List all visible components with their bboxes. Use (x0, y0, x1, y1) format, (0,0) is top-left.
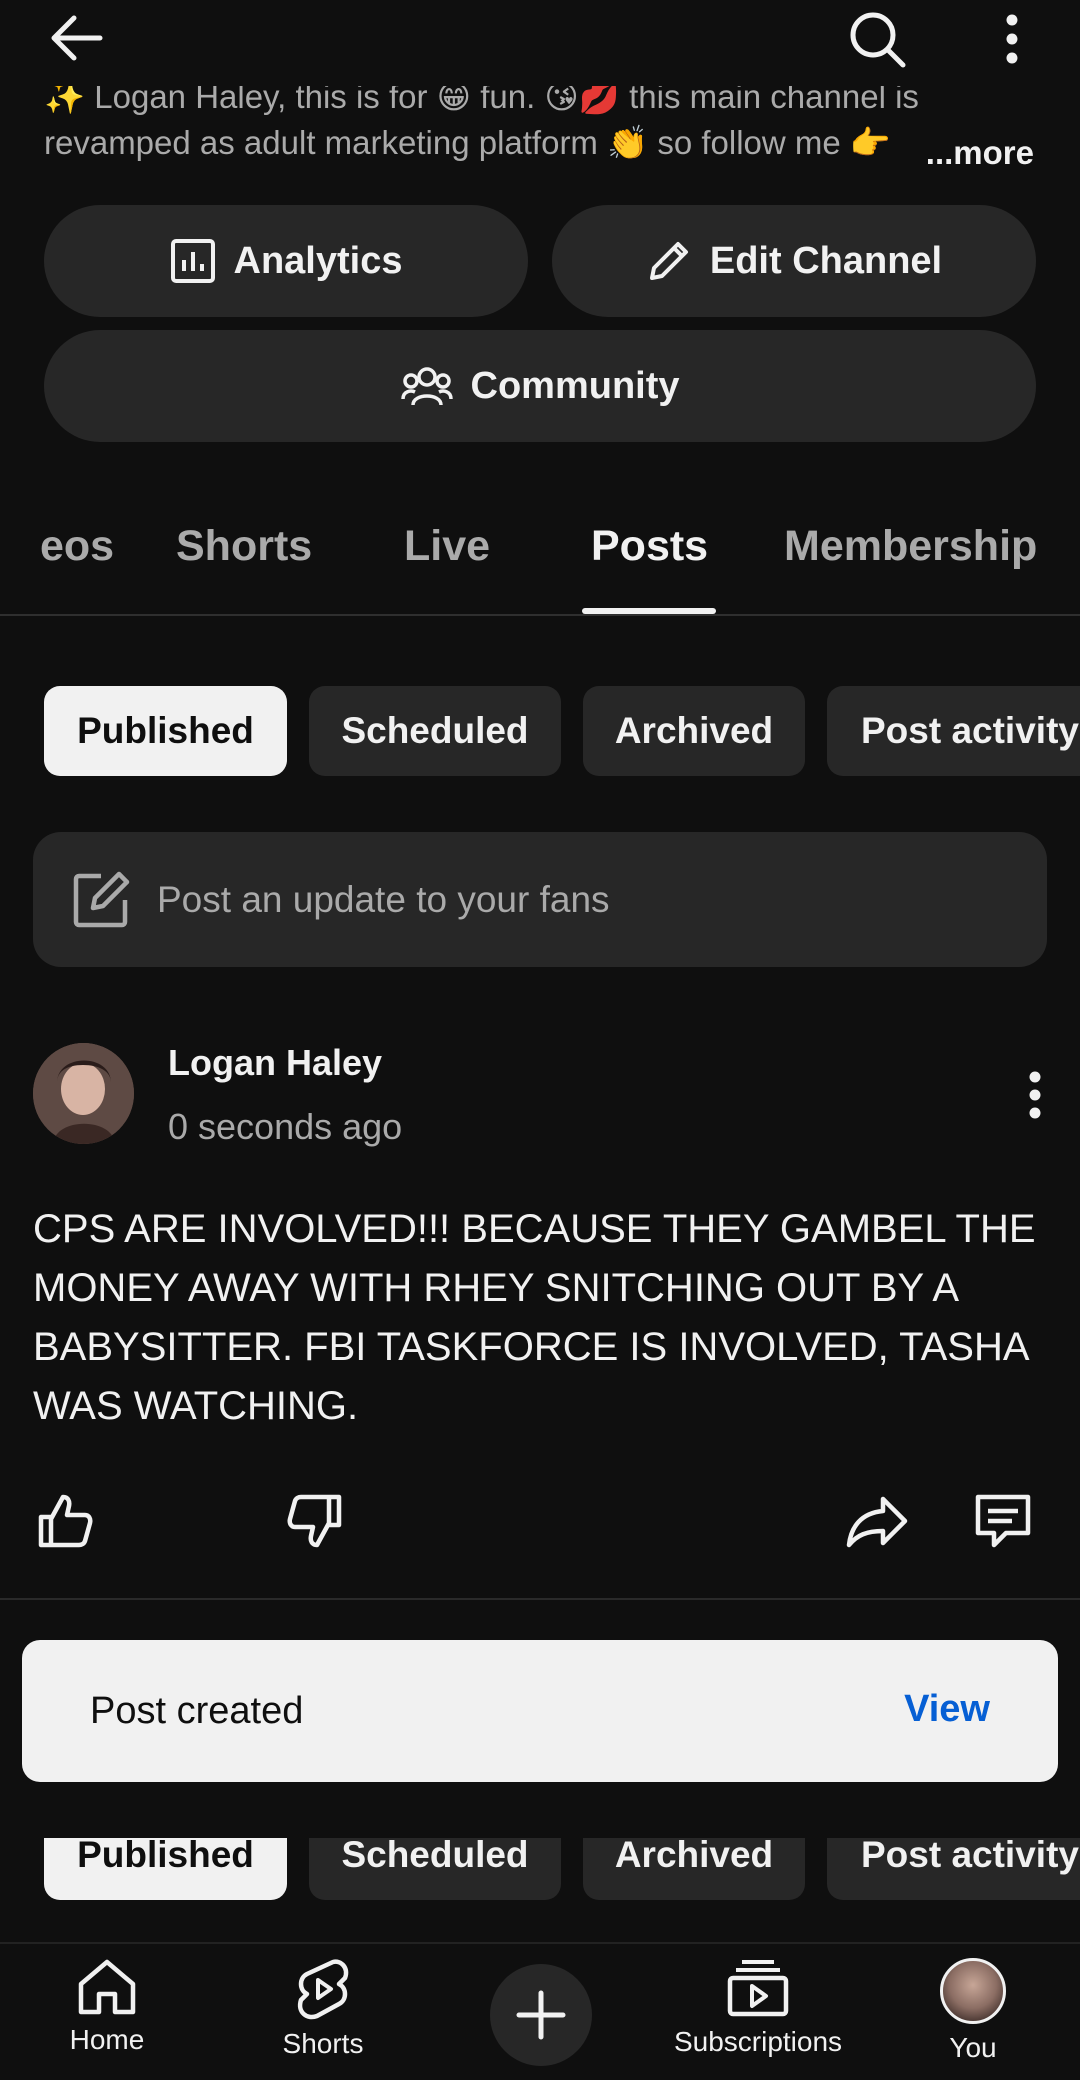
nav-subscriptions[interactable]: Subscriptions (668, 1958, 848, 2058)
create-button[interactable] (490, 1964, 592, 2066)
analytics-label: Analytics (233, 239, 403, 282)
tab-videos[interactable]: eos (40, 522, 114, 571)
post-author-avatar[interactable] (33, 1043, 134, 1144)
post-body-text: CPS ARE INVOLVED!!! BECAUSE THEY GAMBEL … (33, 1207, 1036, 1428)
thumbs-up-icon (38, 1494, 93, 1548)
kebab-vertical-icon (1006, 14, 1018, 64)
post-composer[interactable]: Post an update to your fans (33, 832, 1047, 967)
avatar-image (33, 1043, 134, 1144)
post-divider (0, 1598, 1080, 1600)
analytics-icon (170, 239, 215, 283)
nav-you-label: You (949, 2032, 997, 2063)
subscriptions-icon (727, 1960, 789, 2017)
share-button[interactable] (842, 1486, 912, 1556)
post-options-button[interactable] (1010, 1060, 1060, 1130)
post-timestamp: 0 seconds ago (168, 1106, 403, 1147)
sticky-filter-chips: Published Scheduled Archived Post activi… (0, 1838, 1080, 1900)
analytics-button[interactable]: Analytics (44, 205, 528, 317)
chip-archived[interactable]: Archived (583, 1838, 805, 1900)
shorts-icon (297, 1959, 349, 2020)
plus-icon (516, 1990, 566, 2040)
nav-you[interactable]: You (928, 1958, 1018, 2064)
more-options-button[interactable] (982, 6, 1042, 72)
top-app-bar (0, 0, 1080, 78)
kebab-vertical-icon (1029, 1071, 1041, 1119)
nav-home[interactable]: Home (62, 1958, 152, 2056)
channel-description[interactable]: ✨ Logan Haley, this is for 😁 fun. 😘💋 thi… (44, 86, 1044, 166)
edit-channel-label: Edit Channel (709, 239, 943, 282)
chip-archived[interactable]: Archived (583, 686, 805, 776)
dislike-button[interactable] (280, 1486, 350, 1556)
nav-subscriptions-label: Subscriptions (673, 2026, 843, 2057)
comments-button[interactable] (968, 1486, 1038, 1556)
channel-tabs: eos Shorts Live Posts Membership (0, 500, 1080, 616)
community-label: Community (470, 364, 680, 407)
chip-post-activity[interactable]: Post activity (827, 1838, 1080, 1900)
snackbar: Post created View (22, 1640, 1058, 1782)
chip-published[interactable]: Published (44, 1838, 287, 1900)
nav-shorts[interactable]: Shorts (278, 1958, 368, 2060)
tab-live[interactable]: Live (404, 522, 490, 571)
snackbar-message: Post created (90, 1690, 304, 1732)
search-icon (850, 12, 906, 68)
description-line-1: ✨ Logan Haley, this is for 😁 fun. 😘💋 thi… (44, 86, 919, 115)
search-button[interactable] (842, 6, 912, 72)
arrow-left-icon (51, 15, 103, 61)
back-button[interactable] (44, 8, 108, 68)
community-icon (400, 367, 453, 406)
community-button[interactable]: Community (44, 330, 1036, 442)
edit-channel-button[interactable]: Edit Channel (552, 205, 1036, 317)
tab-posts[interactable]: Posts (591, 522, 708, 571)
home-icon (78, 1959, 136, 2015)
nav-shorts-label: Shorts (282, 2028, 364, 2059)
more-link[interactable]: ...more (915, 130, 1034, 166)
chip-scheduled[interactable]: Scheduled (309, 686, 561, 776)
snackbar-view-button[interactable]: View (904, 1688, 990, 1731)
compose-edit-icon (73, 871, 130, 927)
like-button[interactable] (30, 1486, 100, 1556)
post-author-name[interactable]: Logan Haley (168, 1042, 382, 1084)
pencil-icon (649, 242, 688, 280)
composer-placeholder: Post an update to your fans (157, 878, 610, 920)
chip-published[interactable]: Published (44, 686, 287, 776)
description-line-2: revamped as adult marketing platform 👏 s… (44, 124, 892, 161)
chip-scheduled[interactable]: Scheduled (309, 1838, 561, 1900)
tab-shorts[interactable]: Shorts (176, 522, 312, 571)
you-avatar (940, 1958, 1006, 2024)
comment-icon (975, 1494, 1031, 1548)
share-arrow-icon (846, 1496, 908, 1548)
chip-post-activity[interactable]: Post activity (827, 686, 1080, 776)
nav-home-label: Home (69, 2024, 145, 2055)
active-tab-indicator (582, 608, 716, 614)
bottom-navigation: Home Shorts Subscriptions You (0, 1942, 1080, 2080)
thumbs-down-icon (287, 1494, 342, 1548)
tab-membership[interactable]: Membership (784, 522, 1037, 571)
